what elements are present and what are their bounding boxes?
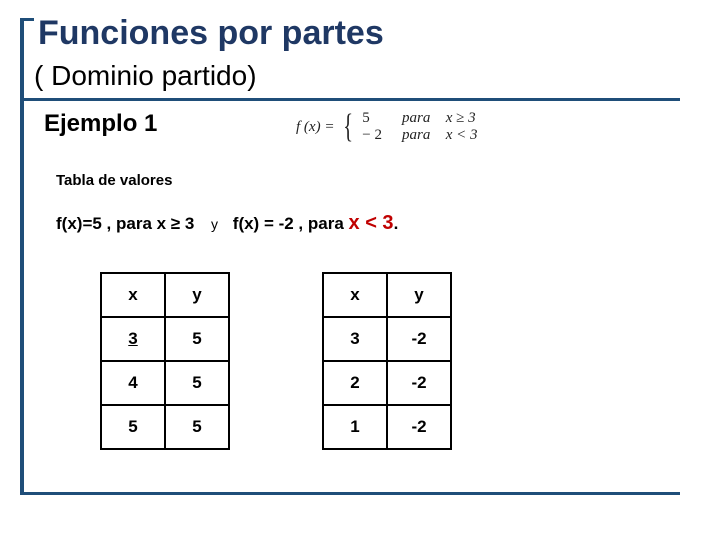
table2-cell-x: 1 — [323, 405, 387, 449]
table1-cell-y: 5 — [165, 317, 229, 361]
piecewise-formula: f (x) = { 5 para x ≥ 3 − 2 para x < 3 — [296, 110, 478, 144]
title-underline — [20, 98, 680, 101]
formula-row2-cond: x < 3 — [446, 127, 478, 144]
table-row: 1 -2 — [323, 405, 451, 449]
slide-border-left — [20, 18, 24, 494]
slide-border-top-tick — [20, 18, 34, 21]
table1-cell-x: 5 — [101, 405, 165, 449]
table2-cell-x: 2 — [323, 361, 387, 405]
slide-subtitle: ( Dominio partido) — [34, 60, 257, 92]
table2-header-y: y — [387, 273, 451, 317]
value-table-2: x y 3 -2 2 -2 1 -2 — [322, 272, 452, 450]
formula-row1-para: para — [402, 110, 442, 127]
table-row: 2 -2 — [323, 361, 451, 405]
table2-cell-y: -2 — [387, 361, 451, 405]
table2-cell-y: -2 — [387, 317, 451, 361]
formula-row1-cond: x ≥ 3 — [446, 110, 476, 127]
value-table-1: x y 3 5 4 5 5 5 — [100, 272, 230, 450]
table1-header-x: x — [101, 273, 165, 317]
table-row: x y — [101, 273, 229, 317]
tables-container: x y 3 5 4 5 5 5 x y 3 -2 2 -2 1 - — [100, 272, 452, 450]
condition-highlight: x < 3 — [349, 212, 394, 234]
formula-row2-para: para — [402, 127, 442, 144]
condition-part2a: f(x) = -2 , para — [233, 214, 349, 233]
condition-sep: y — [211, 216, 218, 232]
slide-title: Funciones por partes — [38, 14, 384, 53]
slide-border-bottom — [20, 492, 680, 495]
table1-cell-x: 3 — [101, 317, 165, 361]
table-row: 3 -2 — [323, 317, 451, 361]
table-label: Tabla de valores — [56, 172, 172, 189]
table2-cell-y: -2 — [387, 405, 451, 449]
formula-cases: 5 para x ≥ 3 − 2 para x < 3 — [362, 110, 477, 144]
table-row: 5 5 — [101, 405, 229, 449]
table1-header-y: y — [165, 273, 229, 317]
formula-row1-val: 5 — [362, 110, 398, 127]
example-label: Ejemplo 1 — [44, 110, 157, 138]
formula-row2-val: − 2 — [362, 127, 398, 144]
table-row: x y — [323, 273, 451, 317]
condition-part1: f(x)=5 , para x ≥ 3 — [56, 214, 194, 233]
table2-cell-x: 3 — [323, 317, 387, 361]
table1-cell-y: 5 — [165, 405, 229, 449]
condition-line: f(x)=5 , para x ≥ 3 y f(x) = -2 , para x… — [56, 212, 398, 235]
formula-row-2: − 2 para x < 3 — [362, 127, 477, 144]
table-row: 4 5 — [101, 361, 229, 405]
formula-lhs: f (x) = — [296, 119, 334, 136]
condition-part2c: . — [394, 214, 399, 233]
table1-cell-y: 5 — [165, 361, 229, 405]
table-row: 3 5 — [101, 317, 229, 361]
brace-icon: { — [343, 113, 353, 141]
formula-row-1: 5 para x ≥ 3 — [362, 110, 477, 127]
table2-header-x: x — [323, 273, 387, 317]
table1-cell-x: 4 — [101, 361, 165, 405]
